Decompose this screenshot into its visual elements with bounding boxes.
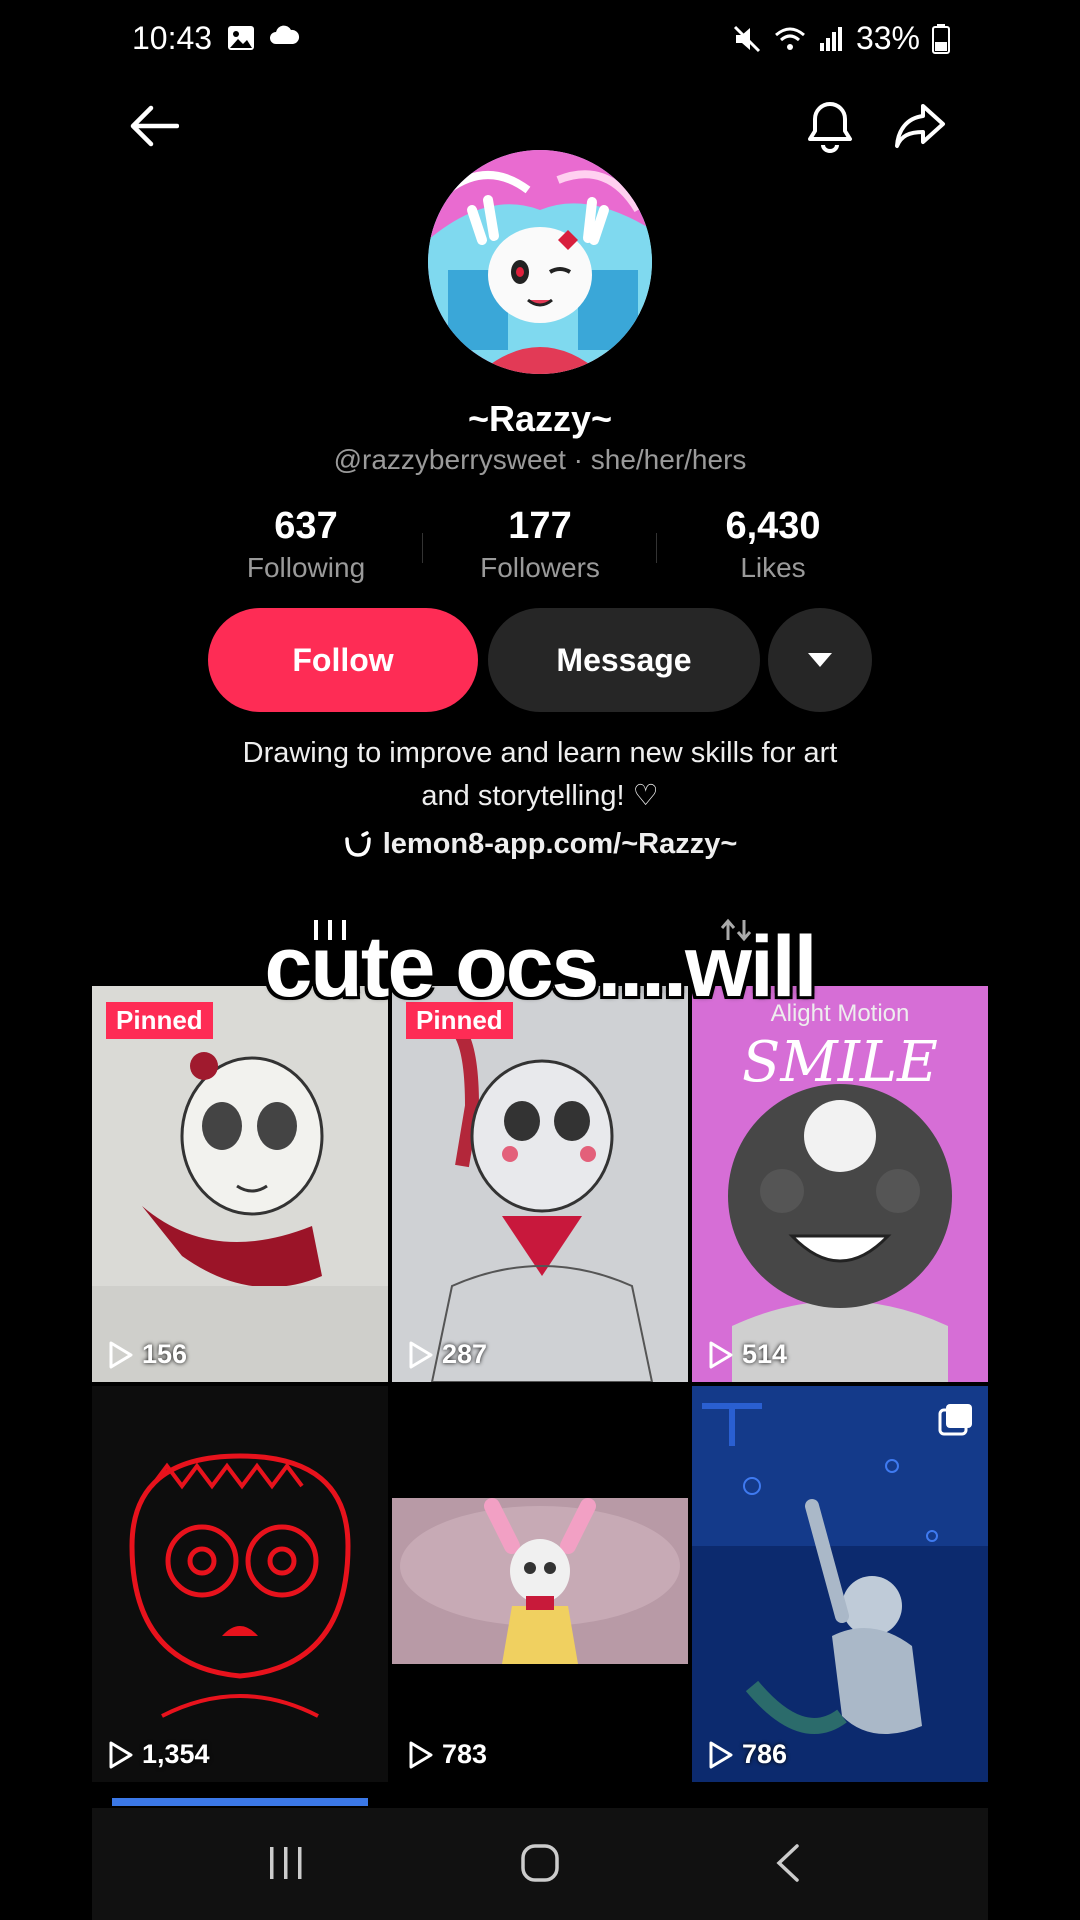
stat-following-label: Following — [246, 552, 366, 583]
follow-button[interactable]: Follow — [208, 608, 478, 712]
stat-likes-label: Likes — [740, 552, 806, 583]
stat-likes-value: 6,430 — [725, 505, 821, 547]
video-title-text: SMILE — [742, 1030, 938, 1095]
video-tile[interactable]: Pinned 287 — [392, 986, 688, 1382]
signal-icon — [819, 26, 842, 51]
video-tile[interactable]: 783 — [392, 1386, 688, 1782]
stat-divider — [656, 533, 657, 563]
more-options-button[interactable] — [768, 608, 872, 712]
play-icon — [409, 1341, 433, 1368]
system-nav-bar — [92, 1808, 988, 1920]
photo-mode-icon — [938, 1404, 972, 1436]
play-icon — [709, 1741, 733, 1768]
view-count-value: 514 — [742, 1339, 788, 1369]
stat-followers-label: Followers — [480, 552, 600, 583]
stat-following-value: 637 — [274, 505, 338, 547]
home-button[interactable] — [510, 1838, 570, 1888]
video-tile[interactable]: 786 — [692, 1386, 988, 1782]
bio-line-1: Drawing to improve and learn new skills … — [242, 737, 838, 769]
video-tile[interactable]: Alight Motion SMILE 514 — [692, 986, 988, 1382]
share-icon — [895, 104, 945, 148]
multi-image-indicator — [938, 1402, 974, 1441]
back-nav-button[interactable] — [758, 1838, 818, 1888]
gallery-icon — [228, 26, 254, 50]
lemon8-icon — [344, 830, 371, 857]
video-thumbnail — [692, 1386, 988, 1782]
cloud-icon — [270, 25, 300, 44]
message-button[interactable]: Message — [488, 608, 760, 712]
video-tile[interactable]: Pinned 156 — [92, 986, 388, 1382]
view-count: 1,354 — [108, 1739, 210, 1770]
view-count: 786 — [708, 1739, 787, 1770]
play-icon — [109, 1341, 133, 1368]
battery-icon — [932, 23, 950, 54]
view-count-value: 1,354 — [142, 1739, 210, 1769]
video-thumbnail — [392, 1386, 688, 1782]
caret-down-icon — [808, 653, 832, 667]
next-row-partial — [92, 1786, 988, 1808]
share-button[interactable] — [890, 96, 950, 156]
avatar[interactable] — [428, 150, 652, 374]
mute-icon — [733, 25, 761, 52]
bio-link-text: lemon8-app.com/~Razzy~ — [382, 828, 738, 860]
display-name: ~Razzy~ — [467, 398, 613, 439]
view-count: 156 — [108, 1339, 187, 1370]
battery-percent: 33% — [855, 20, 920, 56]
view-count: 514 — [708, 1339, 787, 1370]
home-icon — [521, 1844, 559, 1882]
view-count-value: 156 — [142, 1339, 188, 1369]
partial-thumbnail — [112, 1798, 368, 1806]
status-bar: 10:43 33% — [0, 0, 1080, 80]
stat-followers[interactable]: 177 Followers — [440, 505, 640, 584]
stat-likes[interactable]: 6,430 Likes — [673, 505, 873, 584]
video-thumbnail — [92, 1386, 388, 1782]
bio-line-2: and storytelling! ♡ — [421, 780, 659, 812]
back-button[interactable] — [124, 96, 184, 156]
play-icon — [409, 1741, 433, 1768]
status-notification-icons — [226, 24, 300, 52]
recent-apps-button[interactable] — [256, 1838, 316, 1888]
stat-following[interactable]: 637 Following — [206, 505, 406, 584]
bell-icon — [808, 102, 852, 153]
video-thumbnail — [392, 986, 688, 1382]
view-count-value: 287 — [442, 1339, 488, 1369]
video-caption-overlay: cute ocs....will — [264, 919, 817, 1015]
wifi-icon — [774, 27, 805, 50]
status-time: 10:43 — [132, 20, 213, 56]
view-count-value: 786 — [742, 1739, 788, 1769]
profile-stats: 637 Following 177 Followers 6,430 Likes — [0, 505, 1080, 585]
bio-link[interactable]: lemon8-app.com/~Razzy~ — [0, 828, 1080, 861]
stat-followers-value: 177 — [508, 505, 572, 547]
stat-divider — [422, 533, 423, 563]
recent-apps-icon — [270, 1847, 302, 1879]
avatar-image — [428, 150, 652, 374]
status-right: 33% — [732, 20, 950, 57]
username-pronouns: @razzyberrysweet · she/her/hers — [333, 444, 747, 475]
notifications-button[interactable] — [800, 96, 860, 156]
video-tile[interactable]: 1,354 — [92, 1386, 388, 1782]
play-icon — [109, 1741, 133, 1768]
chevron-left-icon — [776, 1844, 799, 1882]
back-arrow-icon — [130, 105, 179, 147]
video-thumbnail — [92, 986, 388, 1382]
bio: Drawing to improve and learn new skills … — [0, 732, 1080, 818]
view-count-value: 783 — [442, 1739, 488, 1769]
view-count: 287 — [408, 1339, 487, 1370]
play-icon — [709, 1341, 733, 1368]
view-count: 783 — [408, 1739, 487, 1770]
